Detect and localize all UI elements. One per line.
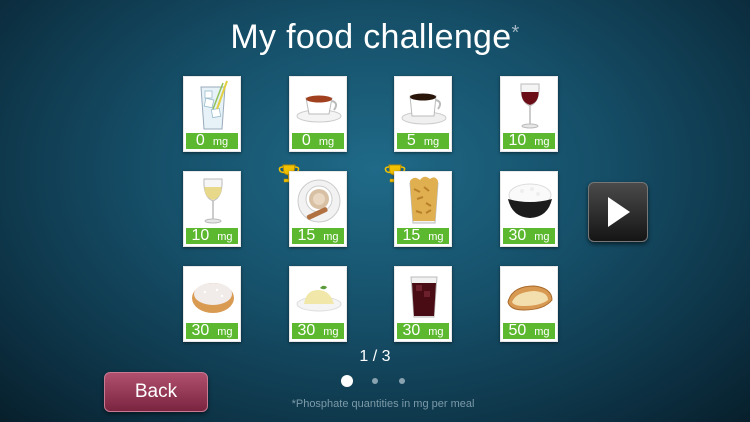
food-unit: mg: [534, 326, 550, 338]
food-value-bar: 15 mg: [292, 228, 344, 244]
footnote: *Phosphate quantities in mg per meal: [291, 398, 475, 410]
food-value: 5: [406, 132, 416, 149]
food-value: 30: [191, 322, 210, 339]
food-card-cola[interactable]: 30 mg: [394, 266, 452, 342]
food-unit: mg: [323, 326, 339, 338]
food-value-bar: 50 mg: [503, 323, 555, 339]
cappuccino-cup-icon: [290, 172, 348, 230]
food-value-bar: 0 mg: [186, 133, 238, 149]
food-card-rice[interactable]: 30 mg: [500, 171, 558, 247]
food-value-bar: 30 mg: [503, 228, 555, 244]
white-wine-glass-icon: [184, 172, 242, 230]
tea-cup-icon: [290, 77, 348, 135]
play-arrow-icon: [608, 197, 630, 227]
page-dot-active[interactable]: [341, 375, 353, 387]
food-value: 30: [297, 322, 316, 339]
coffee-cup-icon: [395, 77, 453, 135]
food-value-bar: 10 mg: [503, 133, 555, 149]
food-unit: mg: [534, 136, 550, 148]
bread-icon: [501, 267, 559, 325]
red-wine-glass-icon: [501, 77, 559, 135]
food-card-red-wine[interactable]: 10 mg: [500, 76, 558, 152]
food-value: 15: [297, 227, 316, 244]
rice-bowl-icon: [501, 172, 559, 230]
page-dot[interactable]: [372, 378, 378, 384]
next-page-button[interactable]: [588, 182, 648, 242]
food-card-cappuccino[interactable]: 15 mg: [289, 171, 347, 247]
food-card-coffee[interactable]: 5 mg: [394, 76, 452, 152]
food-card-cornflakes[interactable]: 15 mg: [394, 171, 452, 247]
food-value-bar: 30 mg: [186, 323, 238, 339]
food-value: 15: [402, 227, 421, 244]
food-value-bar: 15 mg: [397, 228, 449, 244]
food-unit: mg: [217, 326, 233, 338]
food-value: 0: [301, 132, 311, 149]
food-card-mashed-potatoes[interactable]: 30 mg: [289, 266, 347, 342]
food-value: 10: [191, 227, 210, 244]
water-glass-icon: [184, 77, 242, 135]
food-card-donut[interactable]: 30 mg: [183, 266, 241, 342]
mashed-potatoes-plate-icon: [290, 267, 348, 325]
food-value: 0: [195, 132, 205, 149]
food-unit: mg: [318, 136, 335, 148]
food-value-bar: 5 mg: [397, 133, 449, 149]
page-dot[interactable]: [399, 378, 405, 384]
food-card-bread[interactable]: 50 mg: [500, 266, 558, 342]
food-unit: mg: [428, 326, 444, 338]
donut-icon: [184, 267, 242, 325]
food-card-white-wine[interactable]: 10 mg: [183, 171, 241, 247]
food-card-water[interactable]: 0 mg: [183, 76, 241, 152]
food-unit: mg: [534, 231, 550, 243]
food-value-bar: 10 mg: [186, 228, 238, 244]
food-value: 30: [402, 322, 421, 339]
food-value-bar: 30 mg: [397, 323, 449, 339]
food-value-bar: 0 mg: [292, 133, 344, 149]
food-challenge-screen: My food challenge* 0 mg 0 mg 5 mg 10 mg …: [0, 0, 750, 422]
cola-glass-icon: [395, 267, 453, 325]
food-value: 50: [508, 322, 527, 339]
food-value: 30: [508, 227, 527, 244]
food-unit: mg: [428, 231, 444, 243]
food-unit: mg: [212, 136, 229, 148]
food-value: 10: [508, 132, 527, 149]
food-unit: mg: [323, 231, 339, 243]
food-unit: mg: [423, 136, 440, 148]
cornflakes-glass-icon: [395, 172, 453, 230]
page-indicator-text: 1 / 3: [359, 348, 391, 365]
food-unit: mg: [217, 231, 233, 243]
food-value-bar: 30 mg: [292, 323, 344, 339]
food-card-tea[interactable]: 0 mg: [289, 76, 347, 152]
